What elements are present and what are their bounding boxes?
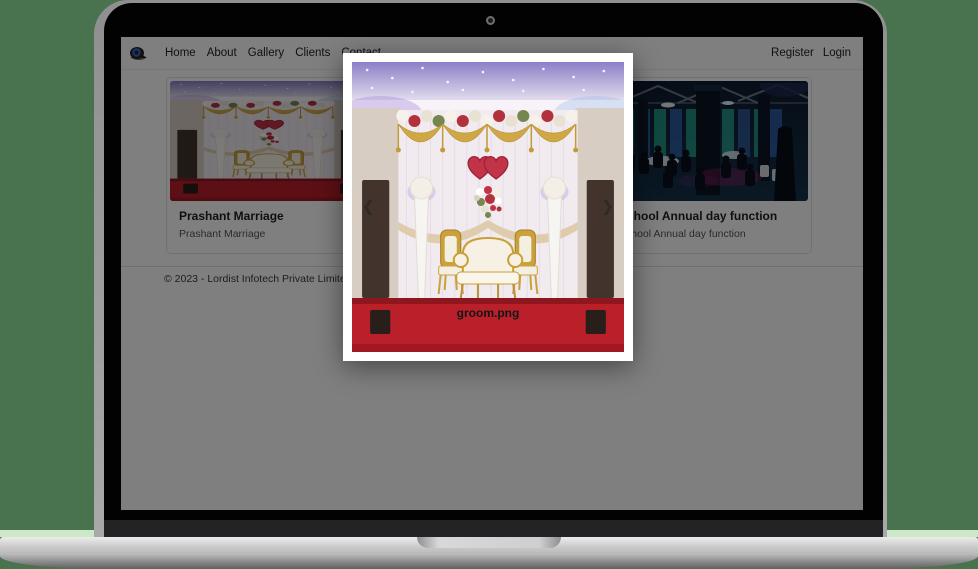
laptop-base-bottom xyxy=(0,555,978,569)
laptop-base-notch xyxy=(417,537,561,548)
laptop-base xyxy=(0,537,978,555)
lightbox-modal: groom.png ❮ ❯ xyxy=(343,53,633,361)
lightbox-image: groom.png ❮ ❯ xyxy=(352,62,624,352)
lightbox-caption: groom.png xyxy=(352,306,624,320)
lightbox-next-button[interactable]: ❯ xyxy=(601,200,614,215)
browser-viewport: Home About Gallery Clients Contact Regis… xyxy=(121,37,863,510)
lightbox-prev-button[interactable]: ❮ xyxy=(362,200,375,215)
laptop-bezel-bottom xyxy=(104,520,883,537)
laptop-screen: Home About Gallery Clients Contact Regis… xyxy=(94,0,887,537)
webcam-icon xyxy=(486,16,495,25)
